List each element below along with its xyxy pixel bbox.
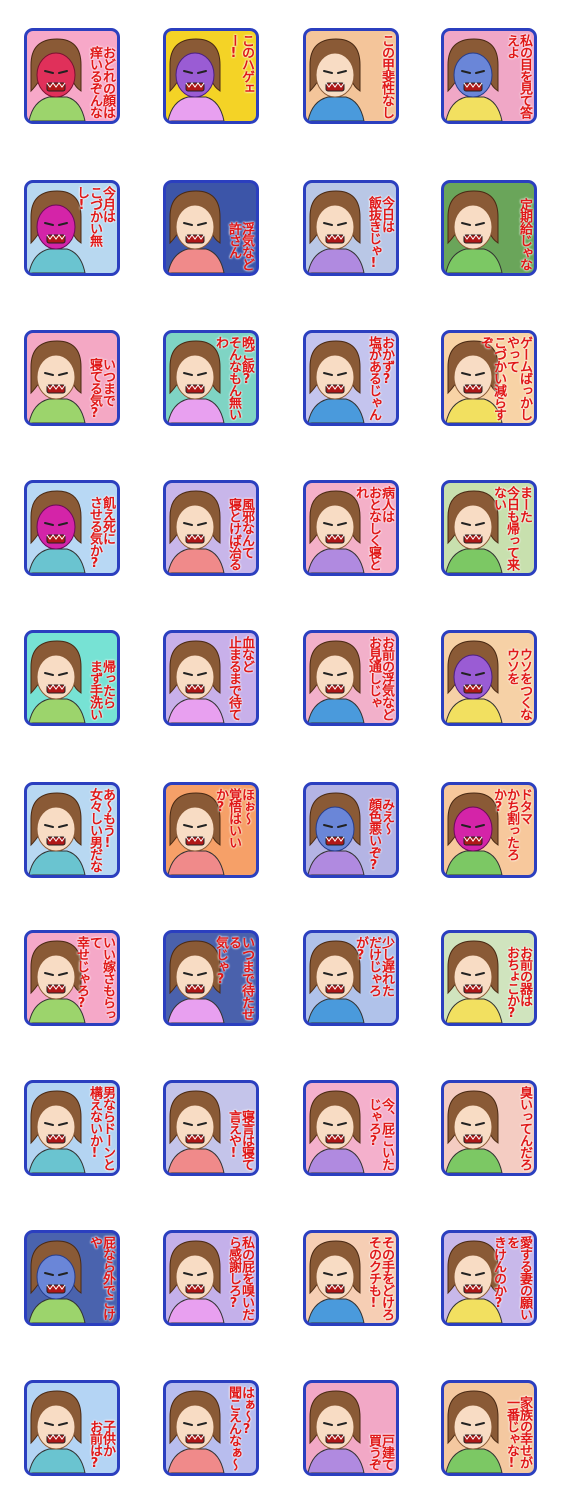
sticker-20[interactable]: ウソをつくな ウソを <box>441 630 537 726</box>
sticker-caption: 帰ったら まず手洗い <box>87 660 115 720</box>
sticker-caption: 飢え死に させる気か? <box>87 496 115 570</box>
sticker-caption: 屁なら外でこけや <box>87 1236 115 1320</box>
sticker-19[interactable]: お前の浮気など お見通しじゃ <box>303 630 399 726</box>
sticker-caption: あ〜もう! 女々しい男だな <box>87 788 115 872</box>
sticker-caption: 戸建て 買うぞ <box>366 1434 394 1470</box>
sticker-caption: その手をどけろ そのクチも! <box>366 1236 394 1320</box>
sticker-caption: いつまで 寝てる気? <box>87 358 115 420</box>
sticker-6[interactable]: 浮気など 許さん <box>163 180 259 276</box>
sticker-caption: 愛する妻の願いを きけんのか? <box>491 1236 532 1320</box>
sticker-caption: ゲームばっかしやって こづかい減らすぞ <box>478 336 532 420</box>
sticker-12[interactable]: ゲームばっかしやって こづかい減らすぞ <box>441 330 537 426</box>
sticker-38[interactable]: はぁ〜? 聞こえんなぁ〜 <box>163 1380 259 1476</box>
sticker-caption: 血など 止まるまで待て <box>226 636 254 720</box>
sticker-29[interactable]: 男ならドーンと 構えないか! <box>24 1080 120 1176</box>
sticker-caption: 少し遅れた だけじゃろが? <box>353 936 394 996</box>
sticker-18[interactable]: 血など 止まるまで待て <box>163 630 259 726</box>
sticker-2[interactable]: このハゲェー! <box>163 28 259 124</box>
sticker-36[interactable]: 愛する妻の願いを きけんのか? <box>441 1230 537 1326</box>
sticker-caption: いい嫁さもらって 幸せじゃろ? <box>74 936 115 1020</box>
sticker-11[interactable]: おかず? 塩があるじゃん <box>303 330 399 426</box>
sticker-27[interactable]: 少し遅れた だけじゃろが? <box>303 930 399 1026</box>
sticker-5[interactable]: 今月は こづかい無し! <box>24 180 120 276</box>
sticker-23[interactable]: みえ〜 顔色悪いぞ? <box>303 782 399 878</box>
sticker-caption: お前の器は おちょこか? <box>504 946 532 1020</box>
sticker-31[interactable]: 今、屁こいた じゃろ? <box>303 1080 399 1176</box>
sticker-15[interactable]: 病人は おとなしく寝とれ <box>303 480 399 576</box>
sticker-caption: 男ならドーンと 構えないか! <box>87 1086 115 1170</box>
sticker-caption: 子供か お前は? <box>87 1420 115 1470</box>
sticker-13[interactable]: 飢え死に させる気か? <box>24 480 120 576</box>
sticker-1[interactable]: おどれの顔は 痒いるぞんな <box>24 28 120 124</box>
sticker-14[interactable]: 風邪なんて 寝とけば治る <box>163 480 259 576</box>
sticker-39[interactable]: 戸建て 買うぞ <box>303 1380 399 1476</box>
sticker-10[interactable]: 晩ご飯? そんなもん無いわ <box>163 330 259 426</box>
sticker-caption: 今、屁こいた じゃろ? <box>366 1098 394 1170</box>
sticker-caption: ほぉ〜 覚悟はいいか? <box>213 788 254 848</box>
sticker-35[interactable]: その手をどけろ そのクチも! <box>303 1230 399 1326</box>
sticker-9[interactable]: いつまで 寝てる気? <box>24 330 120 426</box>
sticker-28[interactable]: お前の器は おちょこか? <box>441 930 537 1026</box>
sticker-caption: まーた 今日も帰って来ない <box>491 486 532 570</box>
sticker-caption: いつまで待たせる 気じゃ? <box>213 936 254 1020</box>
sticker-caption: 私の屁を嗅いだ ら感謝しろ? <box>226 1236 254 1320</box>
sticker-32[interactable]: 臭いってんだろ <box>441 1080 537 1176</box>
sticker-caption: みえ〜 顔色悪いぞ? <box>366 798 394 872</box>
sticker-caption: ウソをつくな ウソを <box>504 648 532 720</box>
sticker-34[interactable]: 私の屁を嗅いだ ら感謝しろ? <box>163 1230 259 1326</box>
sticker-7[interactable]: 今日は 飯抜きじゃ! <box>303 180 399 276</box>
sticker-4[interactable]: 私の目を見て答えよ <box>441 28 537 124</box>
sticker-16[interactable]: まーた 今日も帰って来ない <box>441 480 537 576</box>
sticker-40[interactable]: 家族の幸せが 一番じゃな! <box>441 1380 537 1476</box>
sticker-caption: 寝言は寝て 言えや! <box>226 1110 254 1170</box>
sticker-caption: ドタマ かち割ったろか? <box>491 788 532 860</box>
sticker-caption: 家族の幸せが 一番じゃな! <box>504 1396 532 1470</box>
sticker-caption: 今月は こづかい無し! <box>74 186 115 246</box>
sticker-caption: 私の目を見て答えよ <box>504 34 532 118</box>
sticker-37[interactable]: 子供か お前は? <box>24 1380 120 1476</box>
sticker-caption: おどれの顔は 痒いるぞんな <box>87 46 115 118</box>
sticker-25[interactable]: いい嫁さもらって 幸せじゃろ? <box>24 930 120 1026</box>
sticker-caption: この甲斐性なし <box>379 34 394 118</box>
sticker-grid: おどれの顔は 痒いるぞんな このハゲェー! この甲斐性なし 私の目を見て答えよ今月は … <box>0 0 562 1500</box>
sticker-caption: はぁ〜? 聞こえんなぁ〜 <box>226 1386 254 1470</box>
sticker-caption: 臭いってんだろ <box>517 1086 532 1170</box>
sticker-17[interactable]: 帰ったら まず手洗い <box>24 630 120 726</box>
sticker-3[interactable]: この甲斐性なし <box>303 28 399 124</box>
sticker-caption: 浮気など 許さん <box>226 222 254 270</box>
sticker-8[interactable]: 定期給じゃな <box>441 180 537 276</box>
sticker-21[interactable]: あ〜もう! 女々しい男だな <box>24 782 120 878</box>
sticker-30[interactable]: 寝言は寝て 言えや! <box>163 1080 259 1176</box>
sticker-caption: 定期給じゃな <box>517 198 532 270</box>
sticker-caption: 風邪なんて 寝とけば治る <box>226 498 254 570</box>
sticker-caption: このハゲェー! <box>226 34 254 94</box>
sticker-caption: 晩ご飯? そんなもん無いわ <box>213 336 254 420</box>
sticker-22[interactable]: ほぉ〜 覚悟はいいか? <box>163 782 259 878</box>
sticker-caption: おかず? 塩があるじゃん <box>366 336 394 420</box>
sticker-caption: お前の浮気など お見通しじゃ <box>366 636 394 720</box>
sticker-caption: 今日は 飯抜きじゃ! <box>366 196 394 270</box>
sticker-24[interactable]: ドタマ かち割ったろか? <box>441 782 537 878</box>
sticker-26[interactable]: いつまで待たせる 気じゃ? <box>163 930 259 1026</box>
sticker-33[interactable]: 屁なら外でこけや <box>24 1230 120 1326</box>
sticker-caption: 病人は おとなしく寝とれ <box>353 486 394 570</box>
